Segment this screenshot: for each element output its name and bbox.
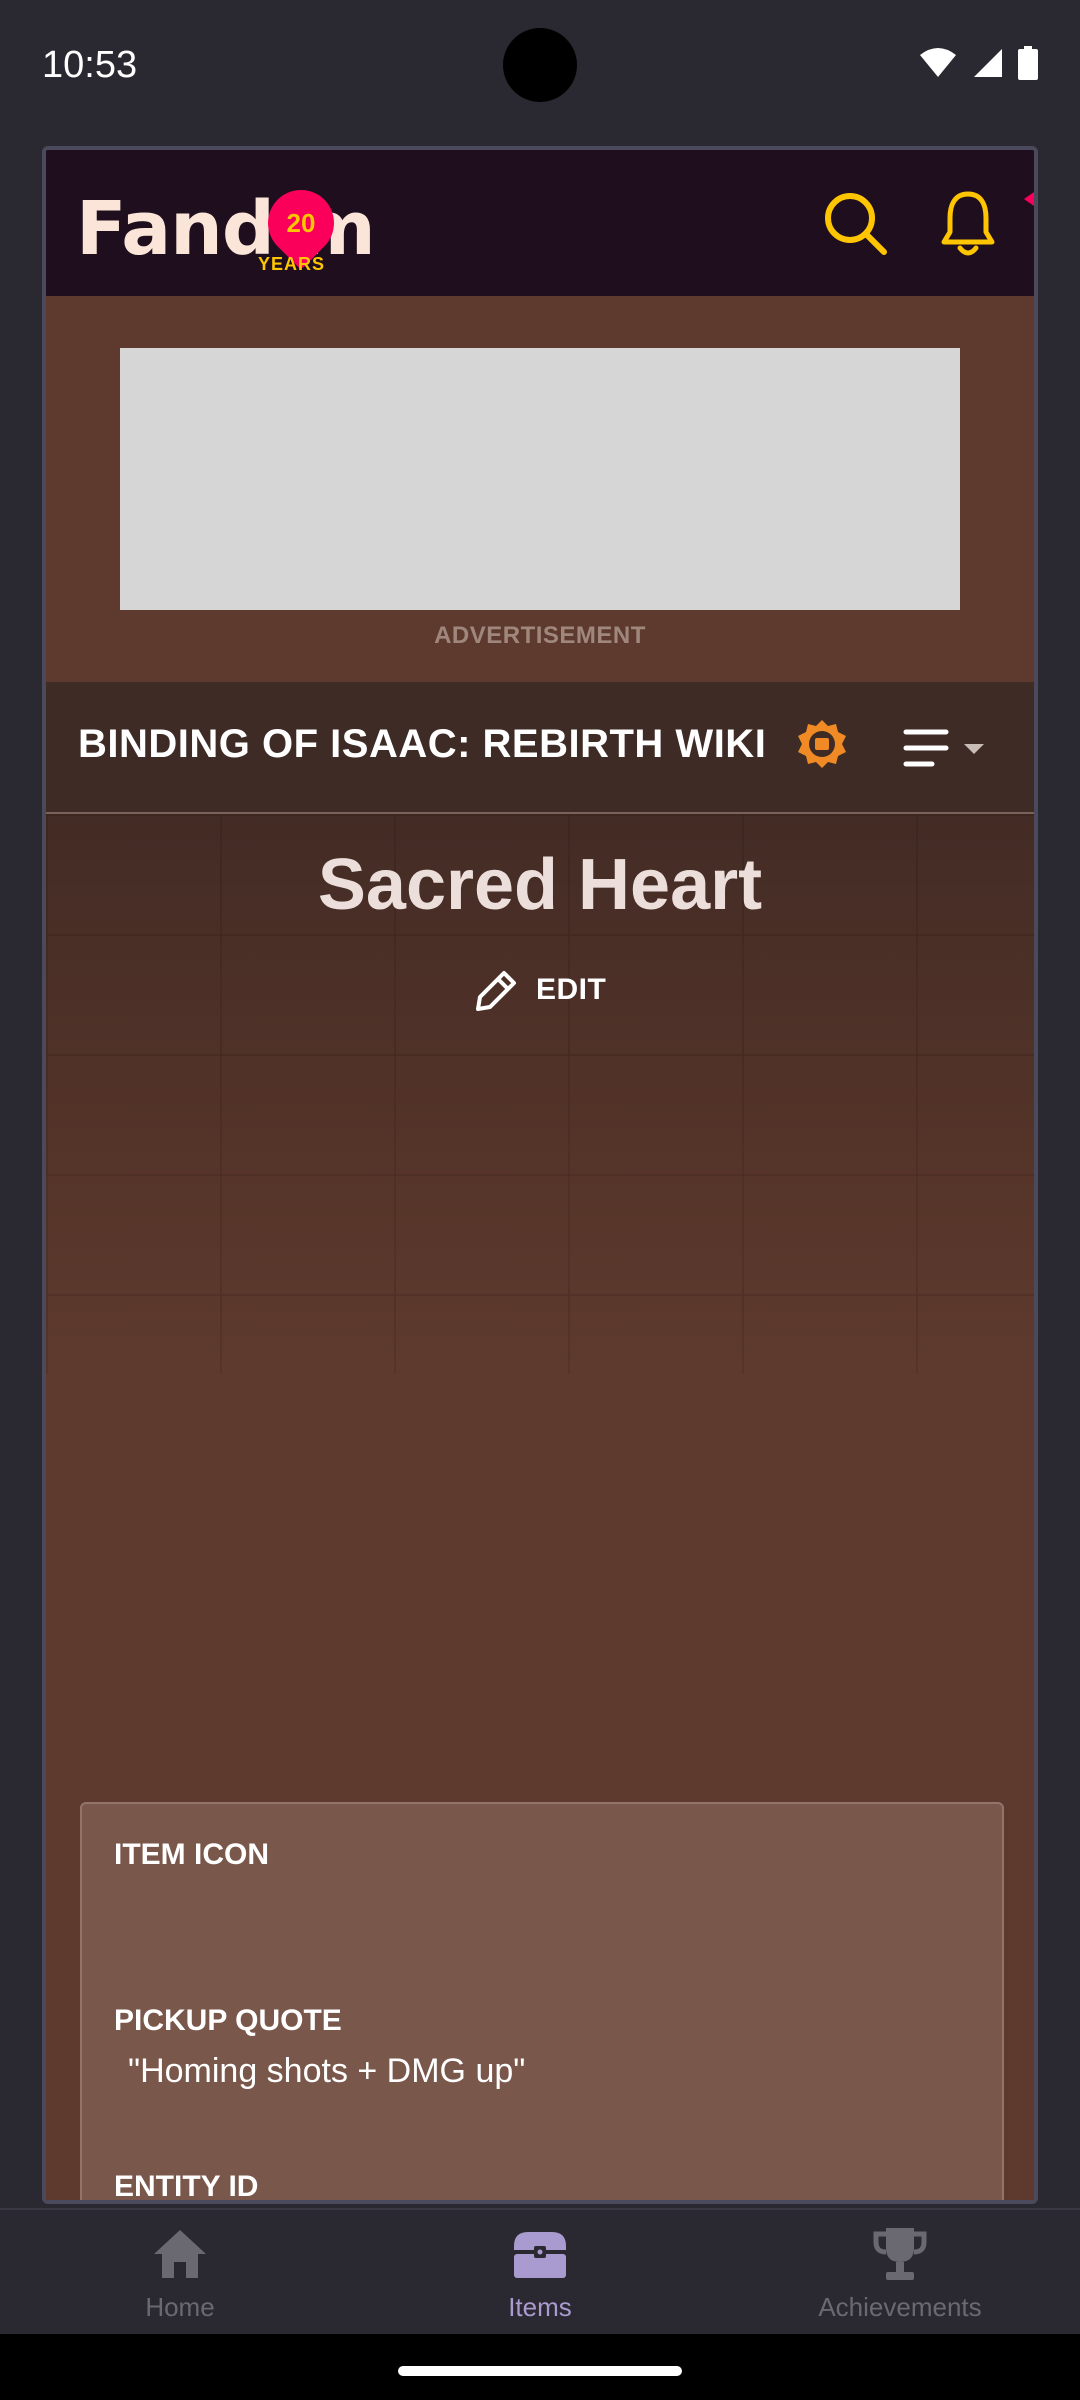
entity-id-label: ENTITY ID [114, 2170, 259, 2203]
pickup-quote-value: "Homing shots + DMG up" [128, 2052, 526, 2090]
edge-arrow-icon [1024, 192, 1034, 206]
wifi-icon [920, 48, 956, 77]
system-navigation-area [0, 2334, 1080, 2400]
fandom-header: Fand m 20 YEARS [46, 150, 1034, 296]
wiki-title-bar: BINDING OF ISAAC: REBIRTH WIKI [46, 682, 1034, 814]
fandom-logo[interactable]: Fand m 20 YEARS [76, 168, 396, 278]
item-icon-label: ITEM ICON [114, 1838, 269, 1871]
infobox: ITEM ICON PICKUP QUOTE "Homing shots + D… [80, 1802, 1004, 2203]
pencil-icon [476, 971, 516, 1011]
battery-icon [1018, 46, 1038, 80]
search-button[interactable] [822, 190, 888, 256]
nav-label-items: Items [508, 2292, 572, 2322]
nav-label-achievements: Achievements [818, 2292, 982, 2322]
advertisement-box[interactable] [120, 348, 960, 610]
home-icon [154, 2230, 206, 2278]
bottom-navigation: Home Items Achievements [0, 2208, 1080, 2334]
page-title: Sacred Heart [317, 845, 763, 925]
status-bar: 10:53 [0, 0, 1080, 140]
status-icons [918, 46, 1038, 80]
nav-item-items[interactable]: Items [360, 2210, 720, 2336]
wiki-menu-button[interactable] [902, 726, 992, 772]
bell-icon [941, 191, 995, 256]
status-time: 10:53 [42, 44, 138, 86]
cell-signal-icon [974, 49, 1002, 77]
wiki-badge-icon [798, 720, 846, 768]
pickup-quote-label: PICKUP QUOTE [114, 2004, 342, 2037]
gesture-handle[interactable] [398, 2366, 682, 2376]
edit-label: EDIT [536, 973, 607, 1006]
nav-item-achievements[interactable]: Achievements [720, 2210, 1080, 2336]
advertisement-label: ADVERTISEMENT [434, 622, 646, 649]
notifications-button[interactable] [940, 188, 996, 260]
menu-icon [903, 729, 984, 767]
trophy-icon [873, 2228, 927, 2280]
edit-button[interactable]: EDIT [470, 962, 606, 1018]
nav-item-home[interactable]: Home [0, 2210, 360, 2336]
advertisement-area: ADVERTISEMENT [46, 296, 1034, 676]
camera-cutout [503, 28, 577, 102]
chest-icon [514, 2232, 566, 2278]
wiki-name[interactable]: BINDING OF ISAAC: REBIRTH WIKI [78, 722, 766, 767]
search-icon [825, 193, 887, 255]
webview: Fand m 20 YEARS ADVERTISEMENT BINDING OF [42, 146, 1038, 2204]
logo-badge-number: 20 [286, 208, 316, 238]
logo-years: YEARS [258, 254, 326, 274]
nav-label-home: Home [145, 2292, 215, 2322]
